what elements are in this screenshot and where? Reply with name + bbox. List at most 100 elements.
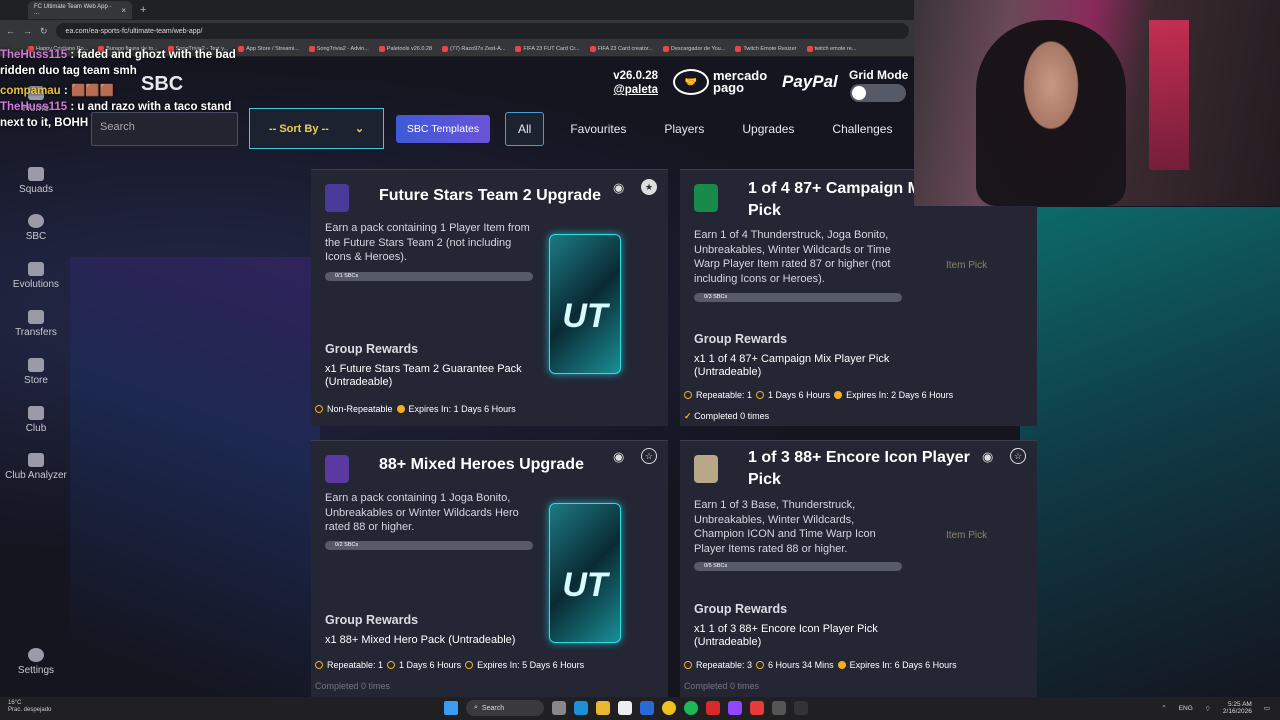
bookmark-item[interactable]: FIFA 23 FUT Card Cr... bbox=[515, 46, 580, 52]
bookmark-item[interactable]: SongTrivia2 - Advin... bbox=[308, 46, 369, 52]
hide-icon[interactable]: ◉ bbox=[613, 449, 624, 465]
ambient-light bbox=[1149, 20, 1189, 170]
version-info: v26.0.28 @paleta bbox=[602, 69, 658, 97]
bookmark-item[interactable]: App Store / Streami... bbox=[238, 46, 299, 52]
clock[interactable]: 5:25 AM 2/16/2026 bbox=[1223, 701, 1252, 715]
bookmark-item[interactable]: twitch emote re... bbox=[806, 46, 856, 52]
weather-temp: 16°C bbox=[8, 700, 22, 706]
chat-message: TheHuss115 : faded and ghozt with the ba… bbox=[0, 47, 240, 79]
background-glow-left bbox=[70, 257, 320, 697]
reload-icon[interactable]: ↻ bbox=[40, 26, 48, 37]
paypal-logo[interactable]: PayPal bbox=[782, 72, 838, 92]
clock-date: 2/16/2026 bbox=[1222, 708, 1252, 715]
bookmark-favicon-icon bbox=[515, 46, 522, 52]
sidebar-item-club[interactable]: Club bbox=[0, 406, 72, 434]
chat-username: TheHuss115 bbox=[0, 101, 68, 113]
bookmark-item[interactable]: Paletools v26.0.28 bbox=[378, 46, 433, 52]
media-app-icon[interactable] bbox=[750, 701, 764, 715]
browser-tab[interactable]: FC Ultimate Team Web App - ... × bbox=[28, 1, 132, 19]
bookmark-label: Paletools v26.0.28 bbox=[386, 46, 433, 52]
forward-icon[interactable]: → bbox=[23, 26, 32, 36]
new-tab-button[interactable]: + bbox=[140, 4, 146, 16]
sidebar-item-evolutions[interactable]: Evolutions bbox=[0, 262, 72, 290]
completed-count: Completed 0 times bbox=[684, 681, 759, 691]
sidebar-item-store[interactable]: Store bbox=[0, 358, 72, 386]
file-explorer-icon[interactable] bbox=[596, 701, 610, 715]
hide-icon[interactable]: ◉ bbox=[982, 449, 993, 465]
refresh-text: 1 Days 6 Hours bbox=[768, 390, 831, 400]
expires-text: Expires In: 6 Days 6 Hours bbox=[849, 660, 957, 670]
bookmark-item[interactable]: (77) Razo97s Zest-A... bbox=[442, 46, 505, 52]
sidebar-item-sbc[interactable]: SBC bbox=[0, 214, 72, 242]
sidebar-item-label: Store bbox=[24, 375, 48, 386]
spotify-icon[interactable] bbox=[684, 701, 698, 715]
chrome-icon[interactable] bbox=[662, 701, 676, 715]
sort-label: -- Sort By -- bbox=[268, 122, 329, 135]
mercado-pago-logo[interactable]: 🤝 mercado pago bbox=[673, 69, 767, 95]
tab-favourites[interactable]: Favourites bbox=[558, 112, 638, 146]
favourite-star-icon[interactable]: ☆ bbox=[641, 448, 657, 464]
campaign-badge-icon bbox=[694, 184, 718, 212]
bookmark-item[interactable]: Twitch Emote Resizer bbox=[735, 46, 797, 52]
sbc-card[interactable]: 1 of 3 88+ Encore Icon Player Pick ◉ ☆ E… bbox=[680, 440, 1037, 697]
edge-icon[interactable] bbox=[574, 701, 588, 715]
weather-widget[interactable]: 16°C Prac. despejado bbox=[8, 700, 51, 714]
browser-toolbar: ← → ↻ ea.com/ea-sports-fc/ultimate-team/… bbox=[0, 20, 915, 42]
bookmark-label: Twitch Emote Resizer bbox=[743, 46, 797, 52]
clock-time: 5:25 AM bbox=[1227, 701, 1252, 708]
tab-challenges[interactable]: Challenges bbox=[820, 112, 904, 146]
sidebar: Home Squads SBC Evolutions Transfers Sto… bbox=[0, 57, 72, 697]
wifi-icon[interactable]: ⌔ bbox=[1205, 704, 1211, 713]
close-tab-icon[interactable]: × bbox=[121, 6, 126, 15]
grid-mode-toggle[interactable] bbox=[850, 84, 906, 102]
chat-text: : bbox=[63, 85, 68, 97]
favourite-star-icon[interactable]: ★ bbox=[641, 179, 657, 195]
sbc-card[interactable]: 88+ Mixed Heroes Upgrade ◉ ☆ Earn a pack… bbox=[311, 440, 668, 697]
favourite-star-icon[interactable]: ☆ bbox=[1010, 448, 1026, 464]
bookmark-item[interactable]: Descargador de You... bbox=[662, 46, 725, 52]
sidebar-item-label: Transfers bbox=[15, 327, 57, 338]
store-app-icon[interactable] bbox=[618, 701, 632, 715]
bookmark-label: SongTrivia2 - Advin... bbox=[316, 46, 369, 52]
bookmark-favicon-icon bbox=[442, 46, 449, 52]
sbc-card[interactable]: 1 of 4 87+ Campaign Mix Player Pick Earn… bbox=[680, 169, 1037, 426]
sidebar-item-club-analyzer[interactable]: Club Analyzer bbox=[0, 453, 72, 482]
group-rewards-label: Group Rewards bbox=[694, 332, 788, 346]
sidebar-item-transfers[interactable]: Transfers bbox=[0, 310, 72, 338]
author-link[interactable]: @paleta bbox=[602, 83, 658, 97]
bookmark-favicon-icon bbox=[378, 46, 385, 52]
twitch-icon[interactable] bbox=[728, 701, 742, 715]
toggle-knob bbox=[852, 86, 866, 100]
system-tray: ⌃ ENG ⌔ 5:25 AM 2/16/2026 ▭ bbox=[1161, 701, 1270, 715]
hide-icon[interactable]: ◉ bbox=[613, 180, 624, 196]
item-pick-label: Item Pick bbox=[946, 530, 988, 541]
obs-icon[interactable] bbox=[772, 701, 786, 715]
notification-icon[interactable]: ▭ bbox=[1264, 704, 1270, 712]
sbc-card[interactable]: Future Stars Team 2 Upgrade ◉ ★ Earn a p… bbox=[311, 169, 668, 426]
browser-tab-strip: FC Ultimate Team Web App - ... × + bbox=[0, 0, 915, 20]
tab-upgrades[interactable]: Upgrades bbox=[730, 112, 806, 146]
language-indicator[interactable]: ENG bbox=[1179, 705, 1193, 712]
tab-all[interactable]: All bbox=[505, 112, 545, 146]
group-rewards-label: Group Rewards bbox=[694, 602, 788, 616]
chevron-up-icon[interactable]: ⌃ bbox=[1161, 704, 1166, 712]
expires-text: Expires In: 5 Days 6 Hours bbox=[477, 660, 585, 670]
sidebar-item-squads[interactable]: Squads bbox=[0, 167, 72, 195]
taskbar-search[interactable]: ⌕ Search bbox=[466, 700, 544, 716]
completed-count: ✓ Completed 0 times bbox=[684, 411, 769, 422]
tab-players[interactable]: Players bbox=[652, 112, 716, 146]
completed-count: Completed 0 times bbox=[315, 681, 390, 691]
sbc-templates-button[interactable]: SBC Templates bbox=[396, 115, 490, 143]
task-view-icon[interactable] bbox=[552, 701, 566, 715]
pinned-app-icon[interactable] bbox=[794, 701, 808, 715]
bookmark-item[interactable]: FIFA 23 Card creator... bbox=[589, 46, 653, 52]
mail-icon[interactable] bbox=[640, 701, 654, 715]
webcam-overlay bbox=[914, 0, 1280, 206]
back-icon[interactable]: ← bbox=[6, 26, 15, 36]
app-icon-red[interactable] bbox=[706, 701, 720, 715]
address-bar[interactable]: ea.com/ea-sports-fc/ultimate-team/web-ap… bbox=[55, 23, 909, 39]
sidebar-item-settings[interactable]: Settings bbox=[0, 648, 72, 676]
sort-select[interactable]: -- Sort By -- ⌄ bbox=[249, 108, 384, 149]
version-label: v26.0.28 bbox=[613, 70, 658, 82]
windows-start-icon[interactable] bbox=[444, 701, 458, 715]
